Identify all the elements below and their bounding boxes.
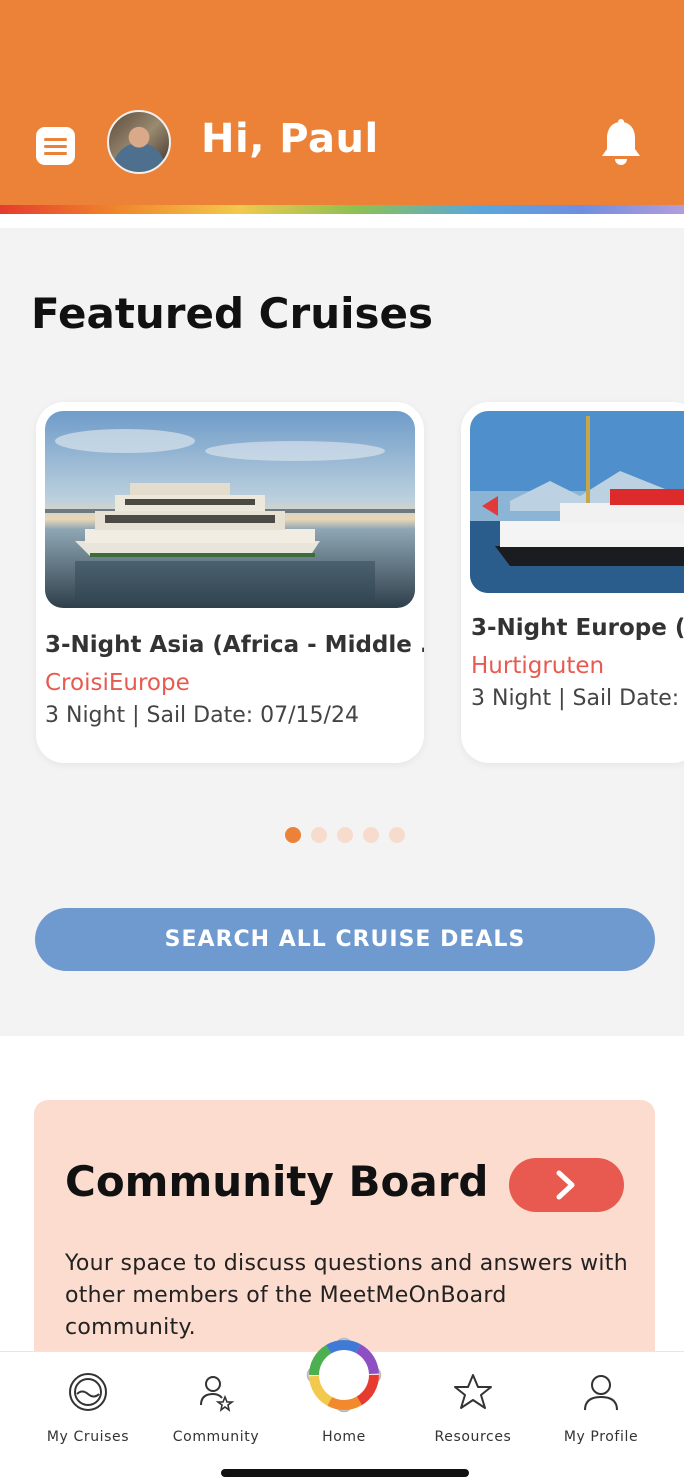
tab-label: Community bbox=[172, 1429, 260, 1445]
star-icon bbox=[454, 1374, 492, 1409]
app-header: Hi, Paul bbox=[0, 0, 684, 205]
chevron-right-icon bbox=[556, 1170, 575, 1200]
community-board-open-button[interactable] bbox=[509, 1158, 624, 1212]
cruise-title: 3-Night Europe (N bbox=[471, 615, 684, 641]
cruise-details: 3 Night | Sail Date: 07/15/24 bbox=[45, 703, 359, 728]
avatar[interactable] bbox=[107, 110, 171, 174]
hamburger-menu-icon[interactable] bbox=[36, 127, 75, 165]
header-divider bbox=[0, 214, 684, 228]
cruise-line: CroisiEurope bbox=[45, 670, 190, 696]
tab-community[interactable]: Community bbox=[156, 1352, 276, 1452]
porthole-icon bbox=[69, 1373, 107, 1411]
pagination-dot[interactable] bbox=[363, 827, 379, 843]
lifebuoy-icon[interactable] bbox=[300, 1331, 388, 1419]
community-icon bbox=[200, 1376, 235, 1412]
bell-icon[interactable] bbox=[598, 118, 644, 168]
pagination-dot[interactable] bbox=[337, 827, 353, 843]
community-board-description: Your space to discuss questions and answ… bbox=[65, 1251, 628, 1340]
greeting: Hi, Paul bbox=[201, 116, 379, 162]
rainbow-divider bbox=[0, 205, 684, 214]
cruise-card[interactable]: 3-Night Asia (Africa - Middle ... Croisi… bbox=[36, 402, 424, 763]
tab-resources[interactable]: Resources bbox=[413, 1352, 533, 1452]
cruise-line: Hurtigruten bbox=[471, 653, 605, 679]
cruise-card[interactable]: 3-Night Europe (N Hurtigruten 3 Night | … bbox=[461, 402, 684, 763]
tab-my-cruises[interactable]: My Cruises bbox=[28, 1352, 148, 1452]
pagination-dot[interactable] bbox=[285, 827, 301, 843]
carousel-pagination bbox=[285, 827, 405, 843]
cruise-details: 3 Night | Sail Date: 0 bbox=[471, 686, 684, 711]
cruise-image bbox=[45, 411, 415, 608]
tab-my-profile[interactable]: My Profile bbox=[541, 1352, 661, 1452]
featured-cruises-title: Featured Cruises bbox=[31, 289, 433, 338]
person-icon bbox=[584, 1375, 618, 1411]
pagination-dot[interactable] bbox=[389, 827, 405, 843]
home-indicator bbox=[221, 1469, 469, 1477]
tab-label: Resources bbox=[434, 1429, 512, 1445]
cruise-image bbox=[470, 411, 684, 593]
tab-label: Home bbox=[322, 1429, 366, 1445]
tab-label: My Cruises bbox=[46, 1429, 130, 1445]
cruise-title: 3-Night Asia (Africa - Middle ... bbox=[45, 632, 424, 658]
community-board-title: Community Board bbox=[65, 1157, 489, 1206]
search-all-cruise-deals-button[interactable]: SEARCH ALL CRUISE DEALS bbox=[35, 908, 655, 971]
tab-label: My Profile bbox=[563, 1429, 639, 1445]
pagination-dot[interactable] bbox=[311, 827, 327, 843]
